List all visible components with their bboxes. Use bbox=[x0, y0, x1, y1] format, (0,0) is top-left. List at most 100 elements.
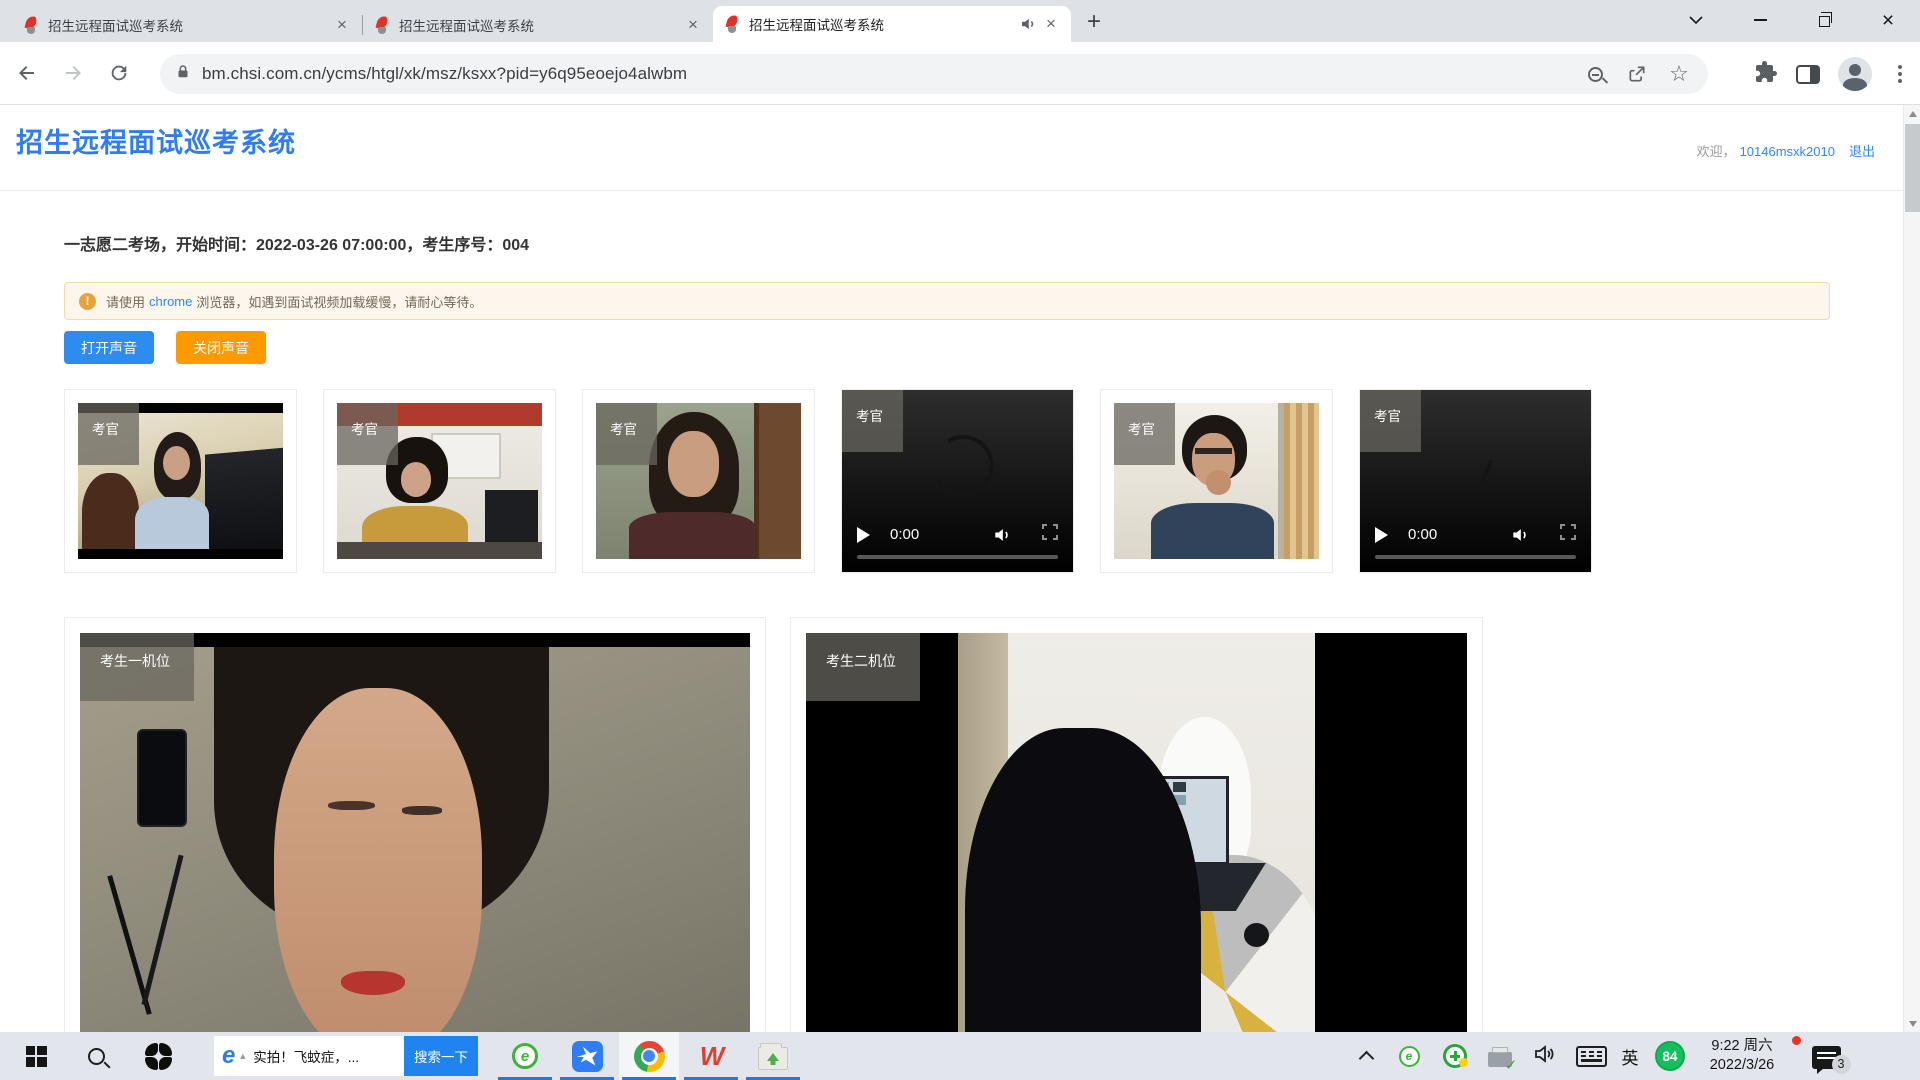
action-center-button[interactable]: 3 bbox=[1800, 1032, 1852, 1080]
taskbar-app-thunder[interactable] bbox=[557, 1032, 617, 1080]
taskbar-clock[interactable]: 9:22 周六 2022/3/26 bbox=[1690, 1032, 1794, 1080]
forward-button[interactable] bbox=[56, 56, 90, 90]
page-content: 招生远程面试巡考系统 欢迎，10146msxk2010退出 一志愿二考场，开始时… bbox=[0, 105, 1903, 1032]
taskbar-app-360browser[interactable]: e bbox=[495, 1032, 555, 1080]
scrollbar-up-arrow[interactable] bbox=[1904, 105, 1920, 122]
browser-tab-2[interactable]: 招生远程面试巡考系统 × bbox=[363, 8, 713, 42]
progress-bar[interactable] bbox=[1375, 555, 1576, 559]
magnifier-shape bbox=[1588, 67, 1603, 82]
pinwheel-app-button[interactable] bbox=[134, 1032, 182, 1080]
player-controls: 0:00 bbox=[1360, 524, 1591, 545]
examiner-video-card-2: 考官 bbox=[323, 389, 556, 573]
share-icon[interactable] bbox=[1622, 59, 1652, 89]
reload-button[interactable] bbox=[102, 56, 136, 90]
tray-360safe[interactable] bbox=[1436, 1032, 1474, 1080]
ie-icon: e bbox=[222, 1044, 235, 1068]
volume-icon[interactable] bbox=[992, 525, 1012, 545]
tab-search-chevron-button[interactable] bbox=[1664, 0, 1728, 40]
notification-icon: 3 bbox=[1812, 1046, 1841, 1069]
printer-icon: ✓ bbox=[1488, 1052, 1512, 1067]
notification-count-badge: 3 bbox=[1832, 1055, 1851, 1074]
start-button[interactable] bbox=[12, 1032, 60, 1080]
back-button[interactable] bbox=[10, 56, 44, 90]
news-headline-text[interactable]: 实拍！飞蚊症，... bbox=[253, 1046, 404, 1066]
header-divider bbox=[0, 190, 1903, 191]
examiner-video-card-1: 考官 bbox=[64, 389, 297, 573]
browser-tab-3-active[interactable]: 招生远程面试巡考系统 × bbox=[713, 6, 1071, 42]
taskbar-app-wps[interactable]: W bbox=[681, 1032, 741, 1080]
candidate-two-video[interactable]: 考生二机位 bbox=[806, 633, 1467, 1032]
tab-close-icon[interactable]: × bbox=[1041, 14, 1061, 34]
browser-menu-icon[interactable] bbox=[1898, 72, 1902, 76]
browser-tab-1[interactable]: 招生远程面试巡考系统 × bbox=[12, 8, 362, 42]
close-window-button[interactable]: × bbox=[1856, 0, 1920, 40]
tab-audio-icon[interactable] bbox=[1019, 15, 1037, 33]
tray-expand-button[interactable] bbox=[1348, 1032, 1384, 1080]
search-submit-button[interactable]: 搜索一下 bbox=[404, 1036, 478, 1076]
scrollbar-thumb[interactable] bbox=[1905, 124, 1920, 212]
examiner-video-3[interactable]: 考官 bbox=[596, 403, 801, 559]
page-title: 招生远程面试巡考系统 bbox=[16, 121, 296, 160]
tray-volume[interactable] bbox=[1524, 1032, 1564, 1080]
play-button[interactable] bbox=[857, 527, 870, 543]
tray-printer[interactable]: ✓ bbox=[1480, 1032, 1520, 1080]
plus-bar bbox=[1450, 1055, 1460, 1058]
logout-link[interactable]: 退出 bbox=[1849, 144, 1875, 159]
scene-person-glasses bbox=[1195, 448, 1232, 454]
minimize-button[interactable] bbox=[1728, 0, 1792, 40]
lock-icon[interactable] bbox=[174, 63, 192, 86]
examiner-video-1[interactable]: 考官 bbox=[78, 403, 283, 559]
news-search-widget[interactable]: e ▲ 实拍！飞蚊症，... 搜索一下 bbox=[214, 1036, 478, 1076]
scene-desk bbox=[337, 542, 542, 559]
progress-bar[interactable] bbox=[857, 555, 1058, 559]
tray-360-health-score[interactable]: 84 bbox=[1650, 1032, 1690, 1080]
screen: 招生远程面试巡考系统 × 招生远程面试巡考系统 × 招生远程面试巡考系统 × +… bbox=[0, 0, 1920, 1080]
chrome-link[interactable]: chrome bbox=[149, 294, 192, 309]
browser-toolbar: bm.chsi.com.cn/ycms/htgl/xk/msz/ksxx?pid… bbox=[0, 42, 1920, 105]
volume-icon[interactable] bbox=[1510, 525, 1530, 545]
taskbar-app-chrome[interactable] bbox=[619, 1032, 679, 1080]
close-sound-button[interactable]: 关闭声音 bbox=[176, 331, 266, 364]
open-sound-button[interactable]: 打开声音 bbox=[64, 331, 154, 364]
scrollbar-down-arrow[interactable] bbox=[1904, 1015, 1920, 1032]
running-indicator bbox=[498, 1077, 552, 1080]
page-scrollbar[interactable] bbox=[1903, 105, 1920, 1032]
scene-person-face bbox=[163, 446, 190, 480]
zoom-out-icon[interactable] bbox=[1580, 59, 1610, 89]
bookmark-star-icon[interactable]: ☆ bbox=[1664, 59, 1694, 89]
examiner-video-5[interactable]: 考官 bbox=[1114, 403, 1319, 559]
fullscreen-icon[interactable] bbox=[1042, 524, 1058, 545]
tray-touch-keyboard[interactable] bbox=[1570, 1032, 1612, 1080]
url-text[interactable]: bm.chsi.com.cn/ycms/htgl/xk/msz/ksxx?pid… bbox=[202, 64, 1568, 84]
tab-close-icon[interactable]: × bbox=[332, 15, 352, 35]
taskbar-search-button[interactable] bbox=[72, 1032, 120, 1080]
username-link[interactable]: 10146msxk2010 bbox=[1740, 144, 1835, 159]
taskbar-app-upload-folder[interactable] bbox=[743, 1032, 803, 1080]
profile-avatar[interactable] bbox=[1838, 57, 1872, 91]
360-browser-icon: e bbox=[1399, 1046, 1420, 1067]
tab-title: 招生远程面试巡考系统 bbox=[48, 15, 324, 35]
play-button[interactable] bbox=[1375, 527, 1388, 543]
tray-360browser[interactable]: e bbox=[1390, 1032, 1428, 1080]
side-panel-fill bbox=[1810, 67, 1818, 82]
input-method-indicator[interactable]: 英 bbox=[1612, 1032, 1648, 1080]
fullscreen-icon[interactable] bbox=[1560, 524, 1576, 545]
close-icon: × bbox=[1882, 10, 1894, 31]
tab-close-icon[interactable]: × bbox=[683, 15, 703, 35]
address-bar[interactable]: bm.chsi.com.cn/ycms/htgl/xk/msz/ksxx?pid… bbox=[160, 54, 1708, 94]
examiner-video-player-1[interactable]: 考官 0:00 bbox=[842, 390, 1073, 572]
side-panel-icon[interactable] bbox=[1796, 65, 1820, 84]
examiner-video-2[interactable]: 考官 bbox=[337, 403, 542, 559]
player-controls: 0:00 bbox=[842, 524, 1073, 545]
scene-door bbox=[754, 403, 801, 559]
extensions-icon[interactable] bbox=[1754, 60, 1778, 89]
candidate-one-card: 考生一机位 bbox=[64, 617, 766, 1032]
examiner-video-card-5: 考官 bbox=[1100, 389, 1333, 573]
clock-date: 2022/3/26 bbox=[1710, 1056, 1775, 1075]
new-tab-button[interactable]: + bbox=[1079, 7, 1109, 37]
pinwheel-icon bbox=[145, 1043, 172, 1070]
examiner-video-player-2[interactable]: 考官 0:00 bbox=[1360, 390, 1591, 572]
site-favicon bbox=[723, 15, 741, 33]
restore-button[interactable] bbox=[1792, 0, 1856, 40]
candidate-one-video[interactable]: 考生一机位 bbox=[80, 633, 750, 1032]
